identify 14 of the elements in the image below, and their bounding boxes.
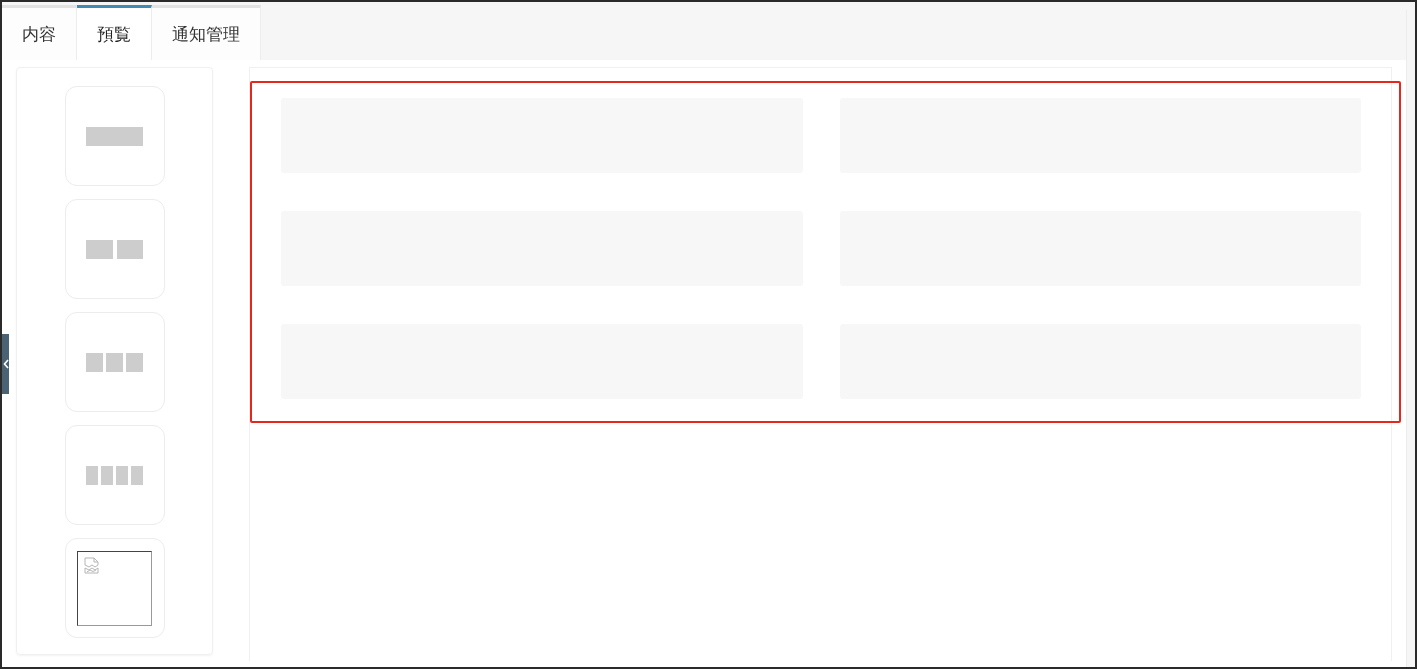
two-column-icon	[86, 239, 143, 259]
broken-image-icon	[84, 556, 100, 574]
layout-option[interactable]	[64, 312, 165, 412]
collapse-handle[interactable]	[2, 334, 9, 394]
tab[interactable]: 通知管理	[152, 5, 261, 60]
tab[interactable]: 内容	[2, 5, 77, 60]
layout-option[interactable]	[64, 538, 165, 638]
layout-option[interactable]	[64, 199, 165, 299]
tab[interactable]: 預覧	[77, 5, 152, 60]
layout-option[interactable]	[64, 425, 165, 525]
four-column-icon	[86, 465, 143, 485]
three-column-icon	[86, 352, 143, 372]
single-column-icon	[86, 126, 143, 146]
layout-option[interactable]	[64, 86, 165, 186]
